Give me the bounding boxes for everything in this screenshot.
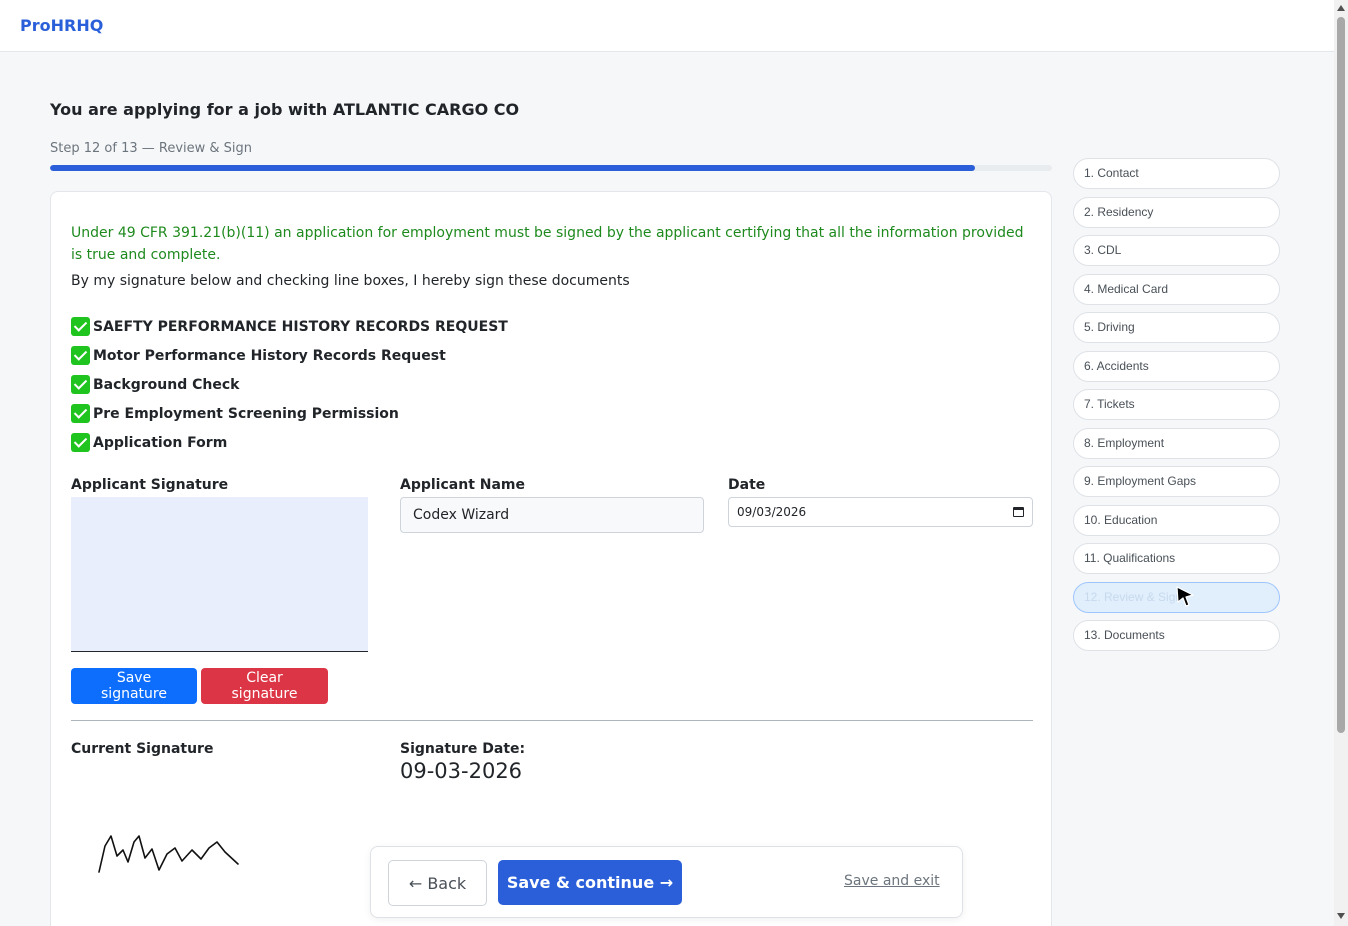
save-and-exit-link[interactable]: Save and exit (844, 873, 940, 889)
document-check-label: Background Check (93, 377, 240, 393)
applicant-name-input[interactable] (400, 497, 704, 533)
document-check-label: Motor Performance History Records Reques… (93, 348, 446, 364)
step-nav-employment[interactable]: 8. Employment (1073, 427, 1280, 459)
date-input[interactable]: 09/03/2026 (728, 497, 1033, 527)
top-nav-bar: ProHRHQ (0, 0, 1334, 52)
step-nav-medical-card[interactable]: 4. Medical Card (1073, 273, 1280, 305)
signature-date-label: Signature Date: (400, 741, 526, 757)
date-label: Date (728, 477, 766, 493)
current-signature-label: Current Signature (71, 741, 214, 757)
document-check-row[interactable]: SAEFTY PERFORMANCE HISTORY RECORDS REQUE… (71, 317, 508, 346)
document-checklist: SAEFTY PERFORMANCE HISTORY RECORDS REQUE… (71, 317, 508, 462)
current-signature-image (98, 835, 239, 873)
save-continue-button[interactable]: Save & continue → (498, 860, 682, 905)
step-nav-employment-gaps[interactable]: 9. Employment Gaps (1073, 466, 1280, 497)
step-nav-tickets[interactable]: 7. Tickets (1073, 389, 1280, 420)
step-nav-education[interactable]: 10. Education (1073, 504, 1280, 536)
signature-date-value: 09-03-2026 (400, 759, 523, 783)
step-nav-contact[interactable]: 1. Contact (1073, 158, 1280, 189)
applicant-name-label: Applicant Name (400, 477, 526, 493)
progress-bar (50, 165, 1052, 171)
brand-logo[interactable]: ProHRHQ (20, 16, 103, 35)
scroll-up-arrow-icon[interactable] (1337, 5, 1345, 11)
back-button[interactable]: ← Back (388, 860, 487, 906)
sticky-action-bar: ← Back Save & continue → Save and exit (370, 846, 963, 918)
step-navigation: 1. Contact 2. Residency 3. CDL 4. Medica… (1073, 158, 1280, 659)
mouse-cursor-icon (1176, 586, 1194, 607)
step-nav-documents[interactable]: 13. Documents (1073, 620, 1280, 651)
calendar-icon[interactable] (1013, 507, 1024, 517)
document-check-label: Application Form (93, 435, 228, 451)
document-check-label: SAEFTY PERFORMANCE HISTORY RECORDS REQUE… (93, 319, 508, 335)
checked-checkbox-icon[interactable] (71, 404, 90, 423)
checked-checkbox-icon[interactable] (71, 433, 90, 452)
review-sign-card: Under 49 CFR 391.21(b)(11) an applicatio… (50, 191, 1052, 926)
progress-bar-fill (50, 165, 975, 171)
checked-checkbox-icon[interactable] (71, 317, 90, 336)
checked-checkbox-icon[interactable] (71, 346, 90, 365)
step-nav-residency[interactable]: 2. Residency (1073, 196, 1280, 228)
date-input-value: 09/03/2026 (737, 505, 807, 519)
document-check-row[interactable]: Pre Employment Screening Permission (71, 404, 508, 433)
document-check-label: Pre Employment Screening Permission (93, 406, 399, 422)
scrollbar-thumb[interactable] (1337, 17, 1345, 733)
document-check-row[interactable]: Application Form (71, 433, 508, 462)
sign-intro-text: By my signature below and checking line … (71, 273, 630, 289)
clear-signature-button[interactable]: Clear signature (201, 668, 328, 704)
scroll-down-arrow-icon[interactable] (1337, 913, 1345, 919)
checked-checkbox-icon[interactable] (71, 375, 90, 394)
section-divider (71, 720, 1033, 721)
page-scrollbar[interactable] (1334, 0, 1348, 926)
step-indicator: Step 12 of 13 — Review & Sign (50, 141, 253, 156)
save-signature-button[interactable]: Save signature (71, 668, 197, 704)
legal-notice: Under 49 CFR 391.21(b)(11) an applicatio… (71, 225, 1024, 263)
step-nav-cdl[interactable]: 3. CDL (1073, 235, 1280, 266)
signature-label: Applicant Signature (71, 477, 229, 493)
page-title: You are applying for a job with ATLANTIC… (50, 100, 520, 119)
step-nav-accidents[interactable]: 6. Accidents (1073, 350, 1280, 382)
document-check-row[interactable]: Background Check (71, 375, 508, 404)
step-nav-driving[interactable]: 5. Driving (1073, 312, 1280, 343)
step-nav-qualifications[interactable]: 11. Qualifications (1073, 543, 1280, 574)
signature-pad[interactable] (71, 497, 368, 652)
document-check-row[interactable]: Motor Performance History Records Reques… (71, 346, 508, 375)
